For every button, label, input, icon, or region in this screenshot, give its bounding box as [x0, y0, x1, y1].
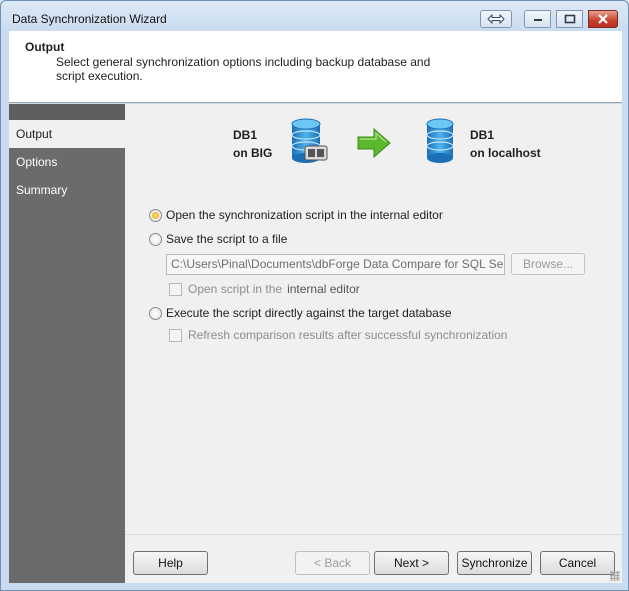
minimize-button[interactable] — [524, 10, 551, 28]
save-to-file-option[interactable]: Save the script to a file — [149, 232, 287, 246]
maximize-icon — [564, 14, 575, 24]
sidebar-item-label: Options — [16, 155, 58, 169]
save-to-file-label: Save the script to a file — [166, 232, 288, 246]
open-script-checkbox[interactable] — [169, 282, 182, 296]
back-button[interactable]: < Back — [295, 551, 370, 575]
sync-arrow-icon — [357, 128, 391, 158]
sidebar-item-summary[interactable]: Summary — [9, 176, 125, 204]
source-db-server: on BIG — [233, 146, 273, 160]
wizard-window: Data Synchronization Wizard Output Selec… — [0, 0, 629, 591]
sidebar-item-label: Summary — [16, 183, 68, 197]
double-arrow-icon — [487, 14, 505, 24]
page-description: Select general synchronization options i… — [56, 55, 431, 83]
source-db-name: DB1 — [233, 128, 258, 142]
target-database-icon — [426, 118, 454, 163]
wizard-header: Output Select general synchronization op… — [9, 31, 622, 103]
target-db-label: DB1 on localhost — [470, 126, 541, 162]
close-button[interactable] — [588, 10, 618, 28]
minimize-icon — [533, 19, 542, 21]
source-db-label: DB1 on BIG — [233, 126, 272, 162]
open-script-option[interactable]: Open script in the internal editor — [169, 282, 360, 296]
wizard-content: DB1 on BIG DB1 on localhost Open the syn… — [125, 104, 622, 534]
browse-button[interactable]: Browse... — [511, 253, 585, 275]
sidebar-item-output[interactable]: Output — [9, 120, 125, 148]
target-db-name: DB1 — [470, 128, 495, 142]
swap-arrows-button[interactable] — [480, 10, 512, 28]
sidebar-header — [9, 104, 125, 120]
cancel-button[interactable]: Cancel — [540, 551, 615, 575]
synchronize-button[interactable]: Synchronize — [457, 551, 532, 575]
wizard-steps-sidebar: Output Options Summary — [9, 104, 125, 583]
refresh-results-checkbox[interactable] — [169, 328, 182, 342]
execute-directly-label: Execute the script directly against the … — [166, 306, 452, 320]
target-db-server: on localhost — [470, 146, 541, 160]
save-to-file-radio[interactable] — [149, 232, 162, 246]
sidebar-item-label: Output — [16, 127, 53, 141]
maximize-button[interactable] — [556, 10, 583, 28]
file-path-input[interactable]: C:\Users\Pinal\Documents\dbForge Data Co… — [166, 254, 505, 275]
refresh-results-option[interactable]: Refresh comparison results after success… — [169, 328, 507, 342]
close-icon — [598, 14, 608, 24]
page-title: Output — [25, 40, 65, 54]
resize-grip[interactable] — [610, 571, 620, 581]
execute-directly-radio[interactable] — [149, 306, 162, 320]
next-button[interactable]: Next > — [374, 551, 449, 575]
execute-directly-option[interactable]: Execute the script directly against the … — [149, 306, 452, 320]
open-in-editor-label: Open the synchronization script in the i… — [166, 208, 443, 222]
open-script-label-suffix: internal editor — [287, 282, 360, 296]
open-in-editor-radio[interactable] — [149, 208, 162, 222]
sidebar-item-options[interactable]: Options — [9, 148, 125, 176]
open-script-label-prefix: Open script in the — [188, 282, 283, 296]
wizard-footer: Help < Back Next > Synchronize Cancel — [125, 534, 622, 583]
title-bar[interactable]: Data Synchronization Wizard — [1, 1, 628, 31]
refresh-results-label: Refresh comparison results after success… — [188, 328, 508, 342]
window-title: Data Synchronization Wizard — [12, 12, 167, 26]
open-in-editor-option[interactable]: Open the synchronization script in the i… — [149, 208, 443, 222]
source-database-icon — [291, 118, 328, 163]
help-button[interactable]: Help — [133, 551, 208, 575]
